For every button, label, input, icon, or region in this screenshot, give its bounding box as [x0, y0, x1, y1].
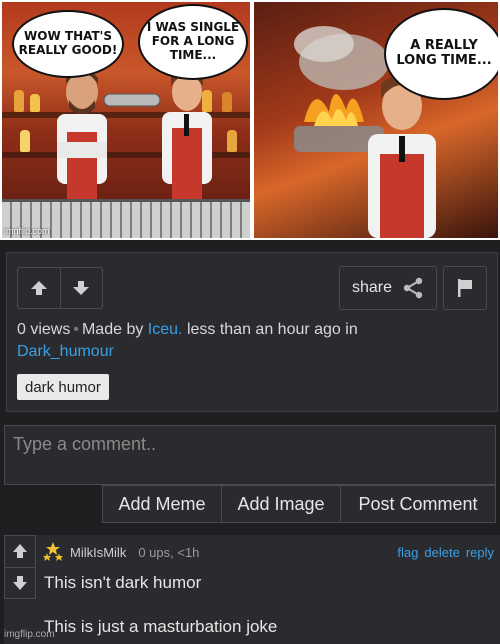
watermark: imgflip.com	[4, 226, 50, 236]
delete-link[interactable]: delete	[424, 545, 459, 560]
speech-bubble: A REALLY LONG TIME...	[384, 8, 498, 100]
reply-link[interactable]: reply	[466, 545, 494, 560]
made-by-label: Made by	[81, 321, 144, 338]
add-image-button[interactable]: Add Image	[221, 486, 340, 522]
arrow-down-icon	[73, 281, 90, 295]
bottle	[20, 130, 30, 152]
comment-upvote-button[interactable]	[5, 536, 35, 567]
share-button[interactable]: share	[339, 266, 437, 310]
flag-button[interactable]	[443, 266, 487, 310]
comment-action-links: flag delete reply	[397, 545, 494, 560]
stream-link[interactable]: Dark_humour	[17, 343, 114, 360]
author-link[interactable]: Iceu.	[148, 321, 183, 338]
bottle	[222, 92, 232, 112]
comic-panel-right: A REALLY LONG TIME...	[254, 2, 498, 238]
share-icon	[403, 277, 423, 299]
comment-downvote-button[interactable]	[5, 566, 35, 599]
bartender-young-figure	[162, 68, 212, 207]
flag-icon	[458, 279, 472, 297]
bartender-bearded-figure	[57, 68, 107, 207]
view-count: 0 views	[17, 321, 71, 338]
meme-info-panel: share 0 views • Made by Iceu. less than an…	[6, 252, 498, 412]
comment-username[interactable]: MilkIsMilk	[70, 545, 126, 560]
post-time: less than an hour ago in	[186, 321, 358, 338]
speech-bubble: WOW THAT'S REALLY GOOD!	[12, 10, 124, 78]
tag-chip[interactable]: dark humor	[17, 374, 109, 400]
downvote-button[interactable]	[59, 268, 103, 308]
speech-bubble: I WAS SINGLE FOR A LONG TIME...	[138, 4, 248, 80]
comment-text-line: This isn't dark humor	[44, 573, 202, 592]
user-badge-stars-icon	[43, 542, 63, 561]
bottle	[227, 130, 237, 152]
flag-link[interactable]: flag	[397, 545, 418, 560]
vote-buttons	[17, 267, 103, 309]
comment-vote-buttons	[4, 535, 36, 599]
upvote-button[interactable]	[18, 268, 60, 308]
comment-input[interactable]: Type a comment..	[4, 425, 496, 485]
bottle	[30, 94, 40, 112]
arrow-up-icon	[30, 281, 47, 295]
meme-image[interactable]: WOW THAT'S REALLY GOOD! I WAS SINGLE FOR…	[0, 0, 500, 240]
comment-text-line: This is just a masturbation joke	[44, 617, 278, 636]
separator-dot: •	[73, 321, 79, 338]
comment-meta: 0 ups, <1h	[138, 544, 200, 560]
share-label: share	[351, 279, 393, 296]
comment-actions: Add Meme Add Image Post Comment	[102, 485, 496, 523]
comment-item: MilkIsMilk 0 ups, <1h flag delete reply …	[4, 535, 500, 644]
bottle	[14, 90, 24, 112]
comment-header: MilkIsMilk 0 ups, <1h flag delete reply	[42, 541, 494, 563]
arrow-up-icon	[13, 544, 27, 559]
cocktail-shaker	[103, 93, 161, 107]
post-meta: 0 views • Made by Iceu. less than an hour …	[17, 319, 477, 363]
watermark: imgflip.com	[4, 629, 55, 640]
post-comment-button[interactable]: Post Comment	[340, 486, 495, 522]
add-meme-button[interactable]: Add Meme	[103, 486, 221, 522]
comic-panel-left: WOW THAT'S REALLY GOOD! I WAS SINGLE FOR…	[2, 2, 250, 238]
arrow-down-icon	[13, 575, 27, 590]
